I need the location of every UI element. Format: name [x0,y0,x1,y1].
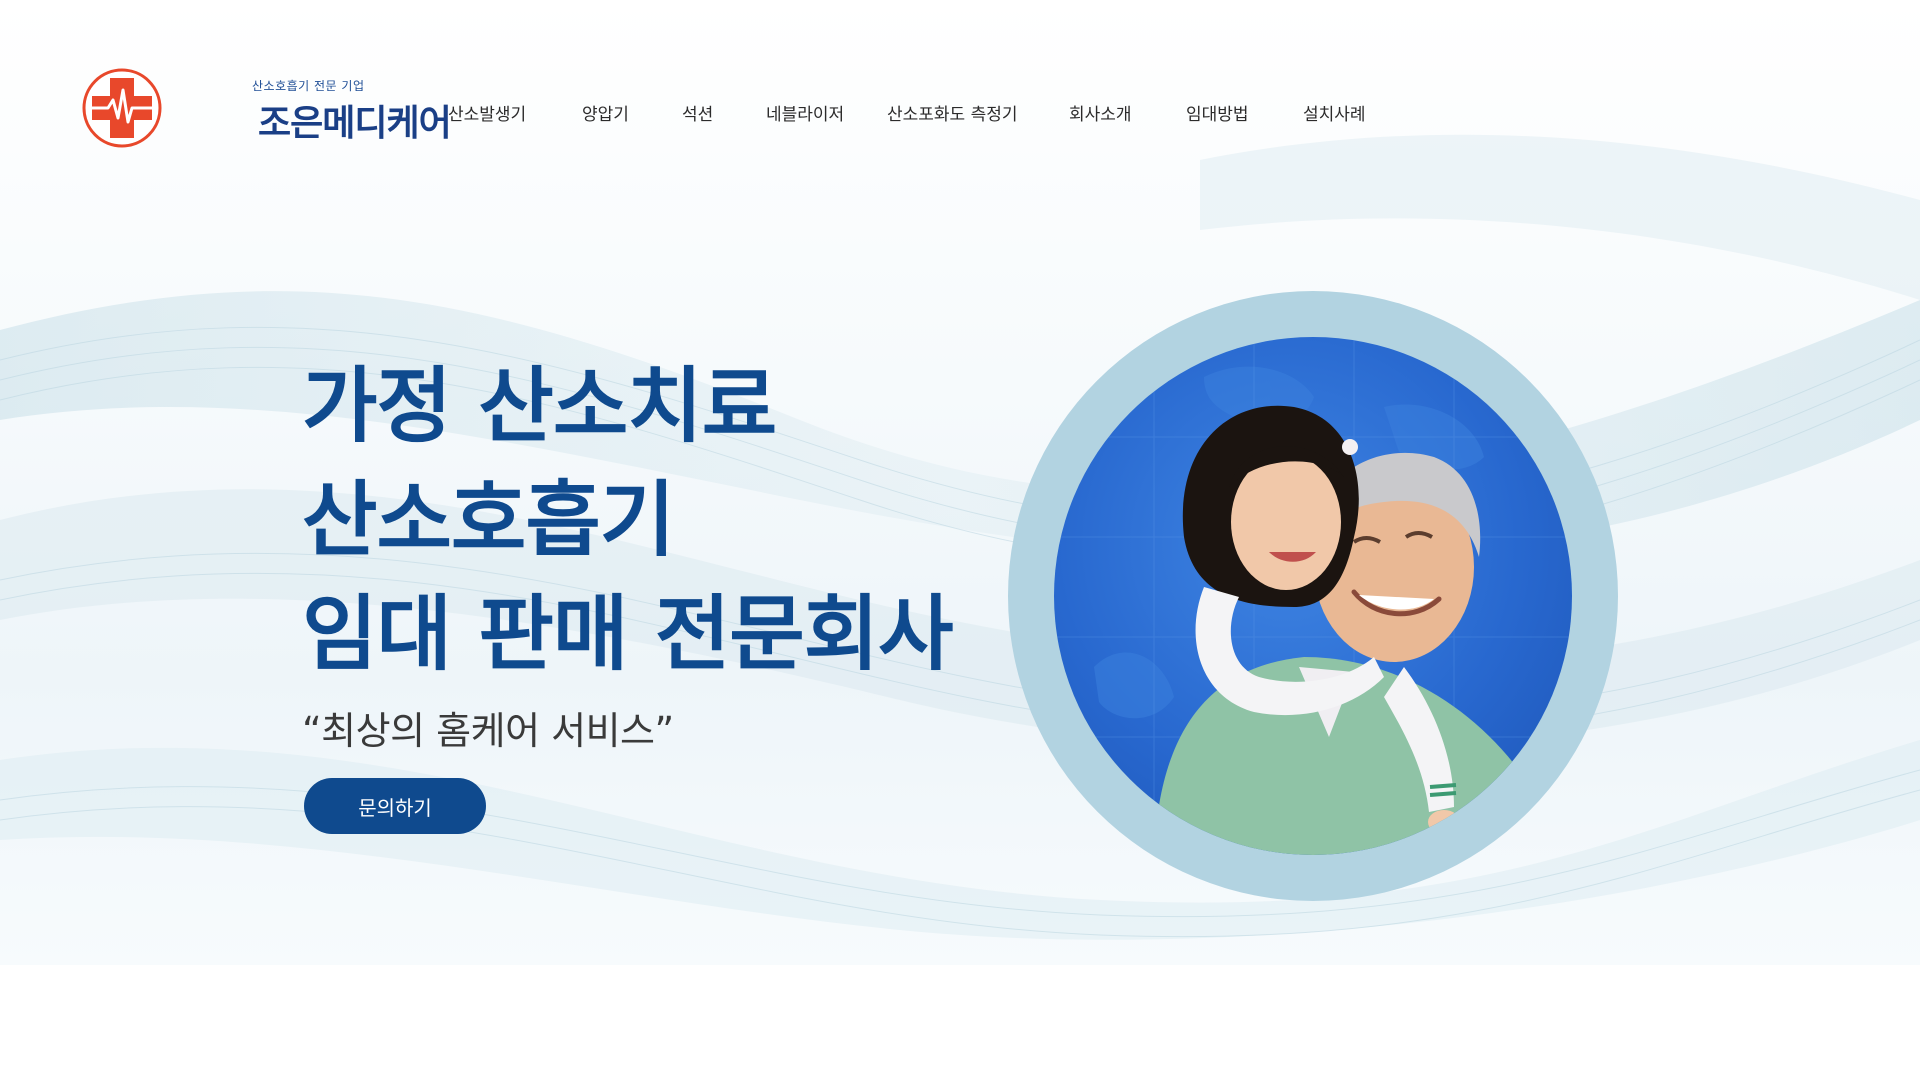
red-cross-heartbeat-icon [82,68,162,148]
logo-tagline: 산소호흡기 전문 기업 [252,79,365,93]
headline-line-3: 임대 판매 전문회사 [302,587,954,682]
logo[interactable]: 산소호흡기 전문 기업 조은메디케어 [82,68,452,150]
nav-item-installation-cases[interactable]: 설치사례 [1303,100,1366,125]
headline-line-2: 산소호흡기 [302,473,675,568]
inquiry-button[interactable]: 문의하기 [304,778,486,834]
nav-item-oxygen-generator[interactable]: 산소발생기 [448,100,526,125]
nav-item-cpap[interactable]: 양압기 [582,100,629,125]
headline-line-1: 가정 산소치료 [302,359,777,454]
page: 산소호흡기 전문 기업 조은메디케어 산소발생기 양압기 석션 네블라이저 산소… [0,0,1920,1080]
hero-photo [1054,337,1572,855]
nav-item-rental-method[interactable]: 임대방법 [1186,100,1249,125]
hero-headline: 가정 산소치료 산소호흡기 임대 판매 전문회사 [302,350,954,692]
hero-subtitle: “최상의 홈케어 서비스” [302,709,674,753]
site-header: 산소호흡기 전문 기업 조은메디케어 산소발생기 양압기 석션 네블라이저 산소… [0,0,1920,190]
grandfather-granddaughter-illustration [1054,337,1572,855]
nav-item-about[interactable]: 회사소개 [1069,100,1132,125]
nav-item-oximeter[interactable]: 산소포화도 측정기 [887,100,1018,125]
logo-name: 조은메디케어 [258,103,452,144]
nav-item-suction[interactable]: 석션 [682,100,713,125]
nav-item-nebulizer[interactable]: 네블라이저 [766,100,844,125]
